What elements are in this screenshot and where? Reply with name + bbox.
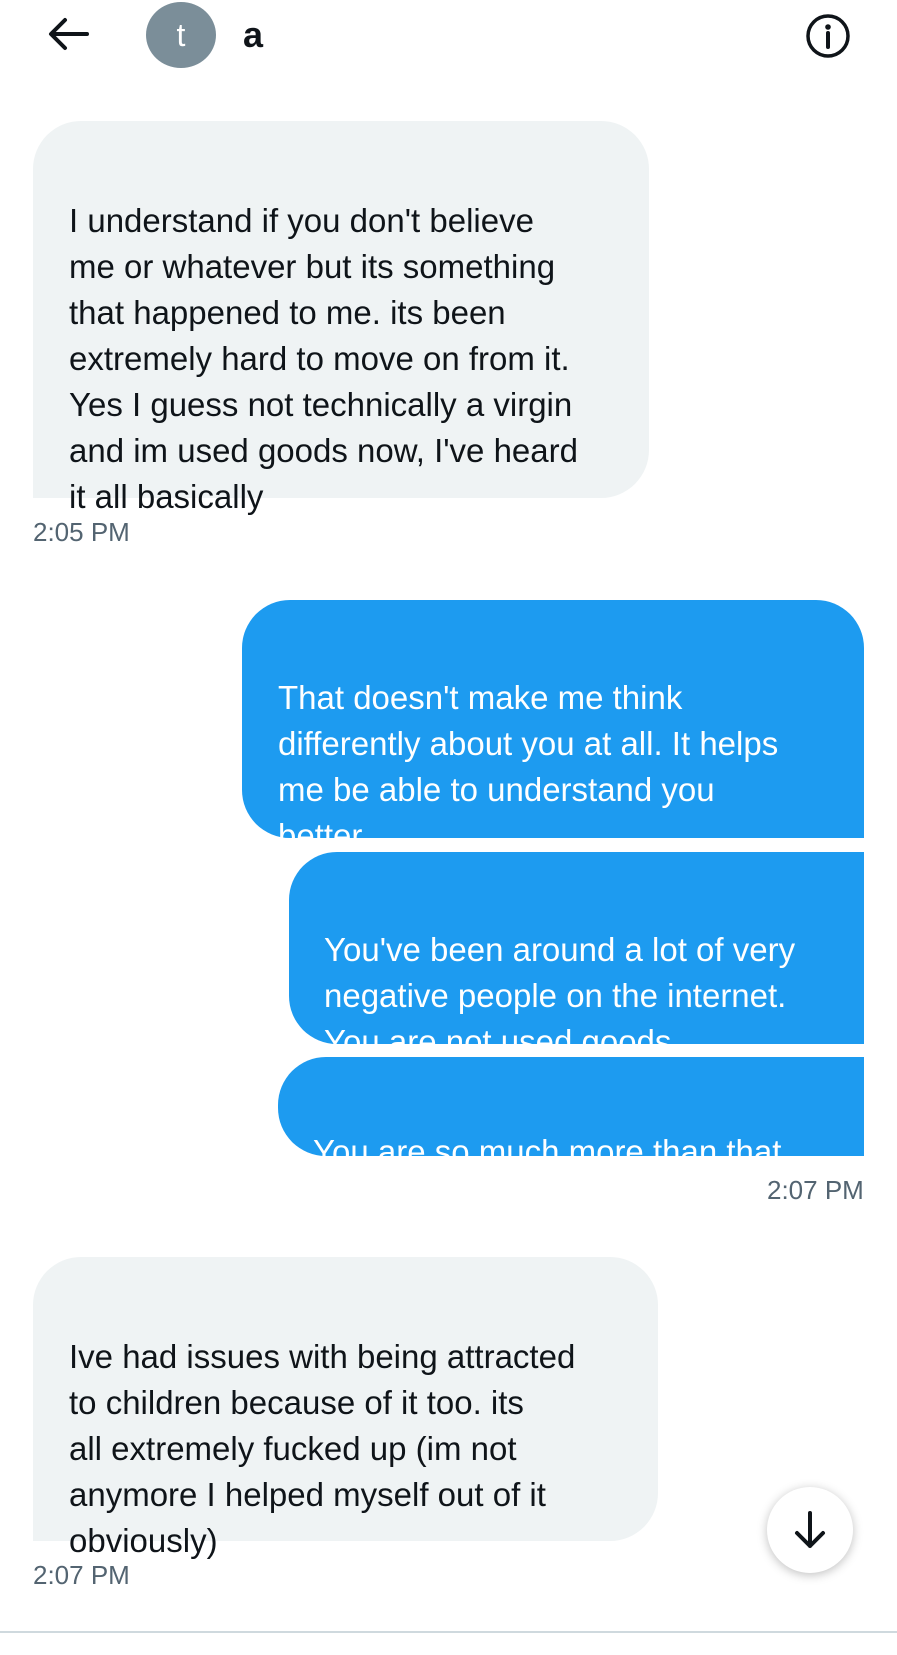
message-bubble-sent[interactable]: That doesn't make me think differently a… <box>242 600 864 854</box>
message-text: I understand if you don't believe me or … <box>69 202 578 515</box>
message-timestamp: 2:07 PM <box>33 1560 130 1590</box>
message-timestamp: 2:05 PM <box>33 517 130 547</box>
message-bubble-received[interactable]: Ive had issues with being attracted to c… <box>33 1257 658 1559</box>
avatar[interactable]: t <box>146 2 216 68</box>
contact-name[interactable]: a <box>243 14 263 56</box>
info-button[interactable] <box>800 10 856 62</box>
scroll-to-bottom-button[interactable] <box>767 1487 853 1573</box>
conversation-header: t a <box>0 0 897 70</box>
message-text: You are so much more than that. <box>313 1133 791 1170</box>
back-button[interactable] <box>40 12 96 56</box>
message-bubble-sent[interactable]: You are so much more than that. <box>278 1057 864 1170</box>
avatar-initial: t <box>176 16 186 53</box>
message-bubble-sent[interactable]: You've been around a lot of very negativ… <box>289 852 864 1060</box>
info-icon <box>806 14 850 58</box>
message-text: Ive had issues with being attracted to c… <box>69 1338 576 1559</box>
message-text: That doesn't make me think differently a… <box>278 679 779 854</box>
bottom-divider <box>0 1631 897 1633</box>
message-text: You've been around a lot of very negativ… <box>324 931 796 1060</box>
message-bubble-received[interactable]: I understand if you don't believe me or … <box>33 121 649 515</box>
message-timestamp: 2:07 PM <box>767 1175 864 1205</box>
back-arrow-icon <box>49 18 89 50</box>
arrow-down-icon <box>795 1511 825 1548</box>
